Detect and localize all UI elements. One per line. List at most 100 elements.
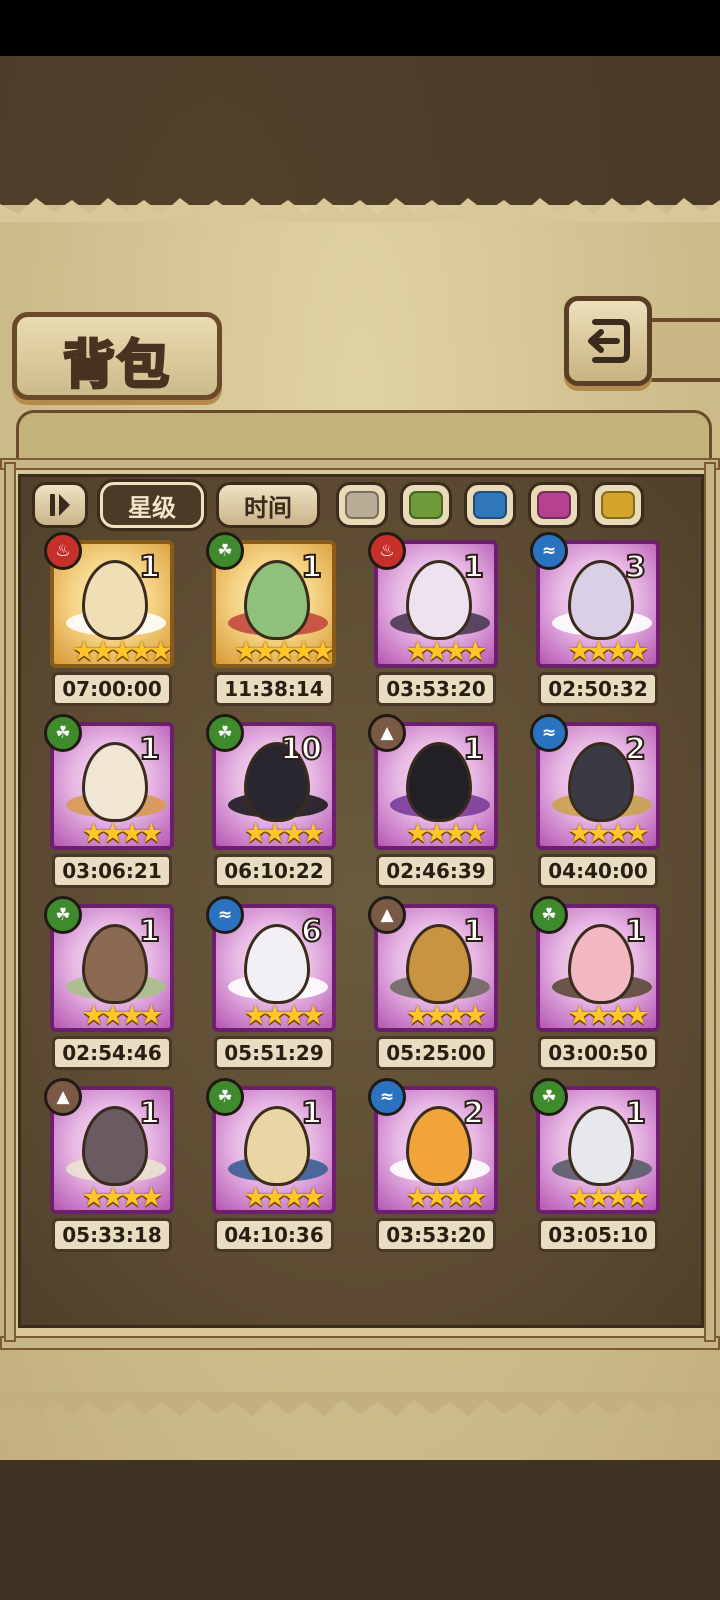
fire-element-icon: ♨ (368, 532, 406, 570)
hatch-timer: 03:06:21 (52, 854, 172, 888)
egg-count: 1 (300, 1095, 323, 1132)
page-title: 背包 (61, 334, 171, 398)
hatch-timer: 02:46:39 (376, 854, 496, 888)
egg-image (568, 1106, 634, 1186)
water-element-icon: ≈ (530, 532, 568, 570)
egg-item-card[interactable]: 1 ★★★★ ♨ 03:53:20 (368, 532, 502, 716)
hatch-timer: 05:25:00 (376, 1036, 496, 1070)
hatch-timer: 03:05:10 (538, 1218, 658, 1252)
sort-order-button[interactable] (32, 482, 88, 528)
egg-item-card[interactable]: 2 ★★★★ ≈04:40:00 (530, 714, 664, 898)
hatch-timer: 05:33:18 (52, 1218, 172, 1252)
filter-gray-button[interactable] (336, 482, 388, 528)
star-rating: ★★★★ (81, 1000, 164, 1031)
leaf-element-icon: ☘ (44, 714, 82, 752)
sort-by-time-label: 时间 (244, 493, 292, 522)
egg-image (82, 742, 148, 822)
egg-item-card[interactable]: 1 ★★★★ ☘ 03:00:50 (530, 896, 664, 1080)
egg-item-card[interactable]: 3 ★★★★ ≈02:50:32 (530, 532, 664, 716)
egg-item-card[interactable]: 6 ★★★★ ≈05:51:29 (206, 896, 340, 1080)
star-rating: ★★★★ (405, 1000, 488, 1031)
sort-by-star-tab[interactable]: 星级 (100, 482, 204, 528)
egg-image (568, 560, 634, 640)
egg-image (568, 742, 634, 822)
egg-count: 6 (300, 913, 323, 950)
star-rating: ★★★★ (567, 818, 650, 849)
sort-by-time-tab[interactable]: 时间 (216, 482, 320, 528)
parchment-torn-edge-bottom (0, 1392, 720, 1416)
egg-count: 2 (624, 731, 647, 768)
star-rating: ★★★★ (567, 1000, 650, 1031)
egg-count: 1 (624, 1095, 647, 1132)
hatch-timer: 02:54:46 (52, 1036, 172, 1070)
egg-item-card[interactable]: 1 ★★★★ ☘ 03:06:21 (44, 714, 178, 898)
earth-element-icon: ▲ (368, 714, 406, 752)
earth-element-icon: ▲ (44, 1078, 82, 1116)
star-rating: ★★★★ (81, 818, 164, 849)
egg-count: 3 (624, 549, 647, 586)
panel-rod-right (704, 462, 716, 1342)
back-button-rail (642, 318, 720, 382)
title-plate: 背包 (12, 312, 222, 400)
egg-item-card[interactable]: 10 ★★★★ ☘ 06:10:22 (206, 714, 340, 898)
sort-by-star-label: 星级 (128, 493, 176, 522)
water-element-icon: ≈ (368, 1078, 406, 1116)
egg-image (568, 924, 634, 1004)
star-rating: ★★★★ (405, 818, 488, 849)
fire-element-icon: ♨ (44, 532, 82, 570)
star-rating: ★★★★ (243, 1000, 326, 1031)
egg-image (82, 924, 148, 1004)
hatch-timer: 11:38:14 (214, 672, 334, 706)
egg-item-card[interactable]: 1 ★★★★ ▲ 05:33:18 (44, 1078, 178, 1262)
map-background-bottom (0, 1460, 720, 1600)
star-rating: ★★★★ (81, 1182, 164, 1213)
filter-gold-button[interactable] (592, 482, 644, 528)
hatch-timer: 02:50:32 (538, 672, 658, 706)
star-rating: ★★★★ (405, 636, 488, 667)
hatch-timer: 04:10:36 (214, 1218, 334, 1252)
egg-item-card[interactable]: 1 ★★★★★ ♨ 07:00:00 (44, 532, 178, 716)
hatch-timer: 03:53:20 (376, 1218, 496, 1252)
egg-count: 10 (279, 731, 323, 768)
egg-item-card[interactable]: 2 ★★★★ ≈03:53:20 (368, 1078, 502, 1262)
egg-item-card[interactable]: 1 ★★★★ ☘ 04:10:36 (206, 1078, 340, 1262)
hatch-timer: 05:51:29 (214, 1036, 334, 1070)
egg-count: 2 (462, 1095, 485, 1132)
egg-count: 1 (462, 913, 485, 950)
leaf-element-icon: ☘ (206, 532, 244, 570)
water-element-icon: ≈ (206, 896, 244, 934)
hatch-timer: 04:40:00 (538, 854, 658, 888)
filter-blue-swatch (473, 491, 507, 519)
egg-image (406, 1106, 472, 1186)
star-rating: ★★★★ (567, 636, 650, 667)
filter-green-button[interactable] (400, 482, 452, 528)
filter-purple-button[interactable] (528, 482, 580, 528)
filter-blue-button[interactable] (464, 482, 516, 528)
back-button[interactable] (564, 296, 652, 386)
egg-item-card[interactable]: 1 ★★★★ ☘ 02:54:46 (44, 896, 178, 1080)
egg-image (406, 924, 472, 1004)
leaf-element-icon: ☘ (530, 1078, 568, 1116)
filter-gold-swatch (601, 491, 635, 519)
star-rating: ★★★★★ (233, 636, 332, 667)
parchment-torn-edge-top (0, 198, 720, 222)
hatch-timer: 03:53:20 (376, 672, 496, 706)
egg-image (244, 560, 310, 640)
egg-count: 1 (300, 549, 323, 586)
filter-purple-swatch (537, 491, 571, 519)
egg-count: 1 (462, 549, 485, 586)
egg-count: 1 (138, 549, 161, 586)
egg-item-card[interactable]: 1 ★★★★★ ☘ 11:38:14 (206, 532, 340, 716)
leaf-element-icon: ☘ (206, 714, 244, 752)
leaf-element-icon: ☘ (530, 896, 568, 934)
back-arrow-icon (588, 319, 630, 363)
egg-image (82, 1106, 148, 1186)
egg-item-card[interactable]: 1 ★★★★ ▲ 05:25:00 (368, 896, 502, 1080)
filter-green-swatch (409, 491, 443, 519)
egg-count: 1 (462, 731, 485, 768)
egg-item-card[interactable]: 1 ★★★★ ☘ 03:05:10 (530, 1078, 664, 1262)
egg-count: 1 (138, 731, 161, 768)
egg-item-card[interactable]: 1 ★★★★ ▲ 02:46:39 (368, 714, 502, 898)
panel-rod-bottom (0, 1336, 720, 1350)
star-rating: ★★★★ (567, 1182, 650, 1213)
